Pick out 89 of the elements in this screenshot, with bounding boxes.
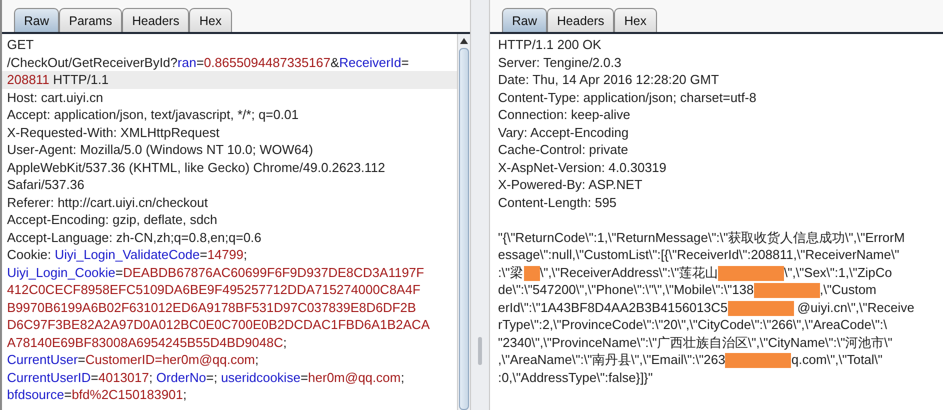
response-text: essage\":null,\"CustomList\":[{\"ReceiverId\":208811,\"ReceiverName\" [498, 247, 900, 262]
request-text: AppleWebKit/537.36 (KHTML, like Gecko) Chrome/49.0.2623.112 [7, 160, 386, 174]
response-text: Server: Tengine/2.0.3 [498, 54, 622, 70]
request-text: 412C0CECF8958EFC5109DA6BE9F495257712DDA715274000C8A4F [7, 282, 420, 297]
request-text: Accept: application/json, text/javascript, */*; q=0.01 [7, 107, 299, 122]
request-text: & [330, 54, 340, 70]
request-text: ran [178, 54, 196, 70]
request-text: Accept-Language: zh-CN,zh;q=0.8,en;q=0.6 [7, 230, 262, 244]
response-text: ,\"AreaName\":\"南丹县\",\"Email\":\"263 [498, 352, 726, 367]
request-text: ; [400, 370, 404, 384]
redaction-block [718, 266, 784, 281]
request-text: DEABDB67876AC60699F6F9D937DE8CD3A1197F [123, 264, 424, 280]
request-text: B9970B6199A6B02F631012ED6A9178BF531D97C037839E8D6DF2B [7, 300, 416, 314]
response-text: :\"梁 [498, 264, 523, 280]
response-text: Vary: Accept-Encoding [498, 124, 629, 140]
request-text: ; [183, 387, 187, 402]
response-text: erId\":\"1A43BF8D4AA2B3B4156013C5 [498, 300, 728, 314]
request-text: = [90, 370, 98, 384]
request-text: = [300, 370, 308, 384]
request-text: ; [283, 334, 287, 350]
request-text: 0.8655094487335167 [204, 54, 330, 70]
editor-tab[interactable]: Raw [14, 8, 60, 32]
editor-tab[interactable]: Raw [502, 8, 548, 32]
request-text: Referer: http://cart.uiyi.cn/checkout [7, 194, 208, 210]
request-text: /CheckOut/GetReceiverById? [7, 54, 178, 70]
request-text: = [200, 247, 208, 262]
response-text: X-AspNet-Version: 4.0.30319 [498, 160, 666, 174]
request-text: =; [206, 370, 218, 384]
scrollbar[interactable] [457, 34, 470, 410]
request-text: ; [149, 370, 154, 384]
request-text: CustomerID=her0m@qq.com [85, 352, 256, 367]
request-text: CurrentUser [7, 352, 78, 367]
request-text: OrderNo [156, 370, 206, 384]
request-text: Uiyi_Login_ValidateCode [54, 247, 200, 262]
redaction-block [524, 266, 540, 281]
request-text: = [115, 264, 123, 280]
response-text: :0,\"AddressType\":false}]}" [498, 370, 653, 384]
response-text: @uiyi.cn\",\"Receive [796, 300, 914, 314]
request-text: Uiyi_Login_Cookie [7, 264, 116, 280]
request-text: A78140E69BF83008A6954245B55D4BD9048C [7, 334, 284, 350]
request-text: = [401, 54, 409, 70]
response-text: \",\"ReceiverAddress\":\"莲花山 [540, 264, 718, 280]
editor-tab[interactable]: Headers [122, 8, 190, 32]
response-text: \",\"Sex\":1,\"ZipCo [784, 264, 892, 280]
request-text: Cookie: [7, 247, 52, 262]
response-text: Connection: keep-alive [498, 107, 630, 122]
request-text: = [64, 387, 72, 402]
request-text: = [78, 352, 86, 367]
request-text: HTTP/1.1 [52, 72, 109, 87]
response-text: Content-Type: application/json; charset=utf-8 [498, 90, 756, 104]
grip-icon[interactable] [478, 337, 482, 365]
request-text: X-Requested-With: XMLHttpRequest [7, 124, 220, 140]
request-text: 14799 [207, 247, 244, 262]
request-text: useridcookise [220, 370, 300, 384]
redaction-block [725, 353, 792, 368]
scrollbar-thumb[interactable] [459, 48, 469, 410]
request-text: bfdsource [7, 387, 64, 402]
editor-tab[interactable]: Headers [547, 8, 614, 32]
request-text: ; [243, 247, 248, 262]
response-text: Cache-Control: private [498, 142, 628, 157]
request-text: 208811 [7, 72, 50, 87]
request-text: bfd%2C150183901 [72, 387, 184, 402]
response-text: "2340\",\"ProvinceName\":\"广西壮族自治区\",\"CityName\":\"河池市\" [498, 334, 892, 350]
request-text: User-Agent: Mozilla/5.0 (Windows NT 10.0; WOW64) [7, 142, 314, 157]
response-text: ,\"Custom [820, 282, 876, 297]
response-text: Content-Length: 595 [498, 194, 617, 210]
redaction-block [754, 283, 820, 298]
response-text: X-Powered-By: ASP.NET [498, 177, 642, 192]
editor-tab[interactable]: Hex [614, 8, 656, 32]
redaction-block [728, 300, 794, 316]
request-text: = [196, 54, 204, 70]
request-text: ReceiverId [339, 54, 402, 70]
request-text: GET [7, 37, 34, 52]
request-text: ; [255, 352, 259, 367]
request-text: her0m@qq.com [308, 370, 401, 384]
editor-tab[interactable]: Hex [189, 8, 232, 32]
request-text: CurrentUserID [7, 370, 91, 384]
editor-tab[interactable]: Params [59, 8, 122, 32]
response-text: rType\":2,\"ProvinceCode\":\"20\",\"CityCode\":\"266\",\"AreaCode\":\ [498, 317, 887, 332]
request-text: 4013017 [98, 370, 150, 384]
response-text: "{\"ReturnCode\":1,\"ReturnMessage\":\"获取收货人信息成功\",\"ErrorM [498, 230, 905, 244]
response-text: Date: Thu, 14 Apr 2016 12:28:20 GMT [498, 72, 719, 87]
request-text: Host: cart.uiyi.cn [7, 90, 104, 104]
response-text: q.com\",\"Total\" [791, 352, 883, 367]
response-text: de\":\"547200\",\"Phone\":\"\",\"Mobile\":\"138 [498, 282, 754, 297]
request-text: D6C97F3BE82A2A97D0A012BC0E0C700E0B2DCDAC1FBD6A1B2ACA [7, 317, 430, 332]
request-text: Safari/537.36 [7, 177, 84, 192]
request-text: Accept-Encoding: gzip, deflate, sdch [7, 212, 218, 227]
response-text: HTTP/1.1 200 OK [498, 37, 602, 52]
